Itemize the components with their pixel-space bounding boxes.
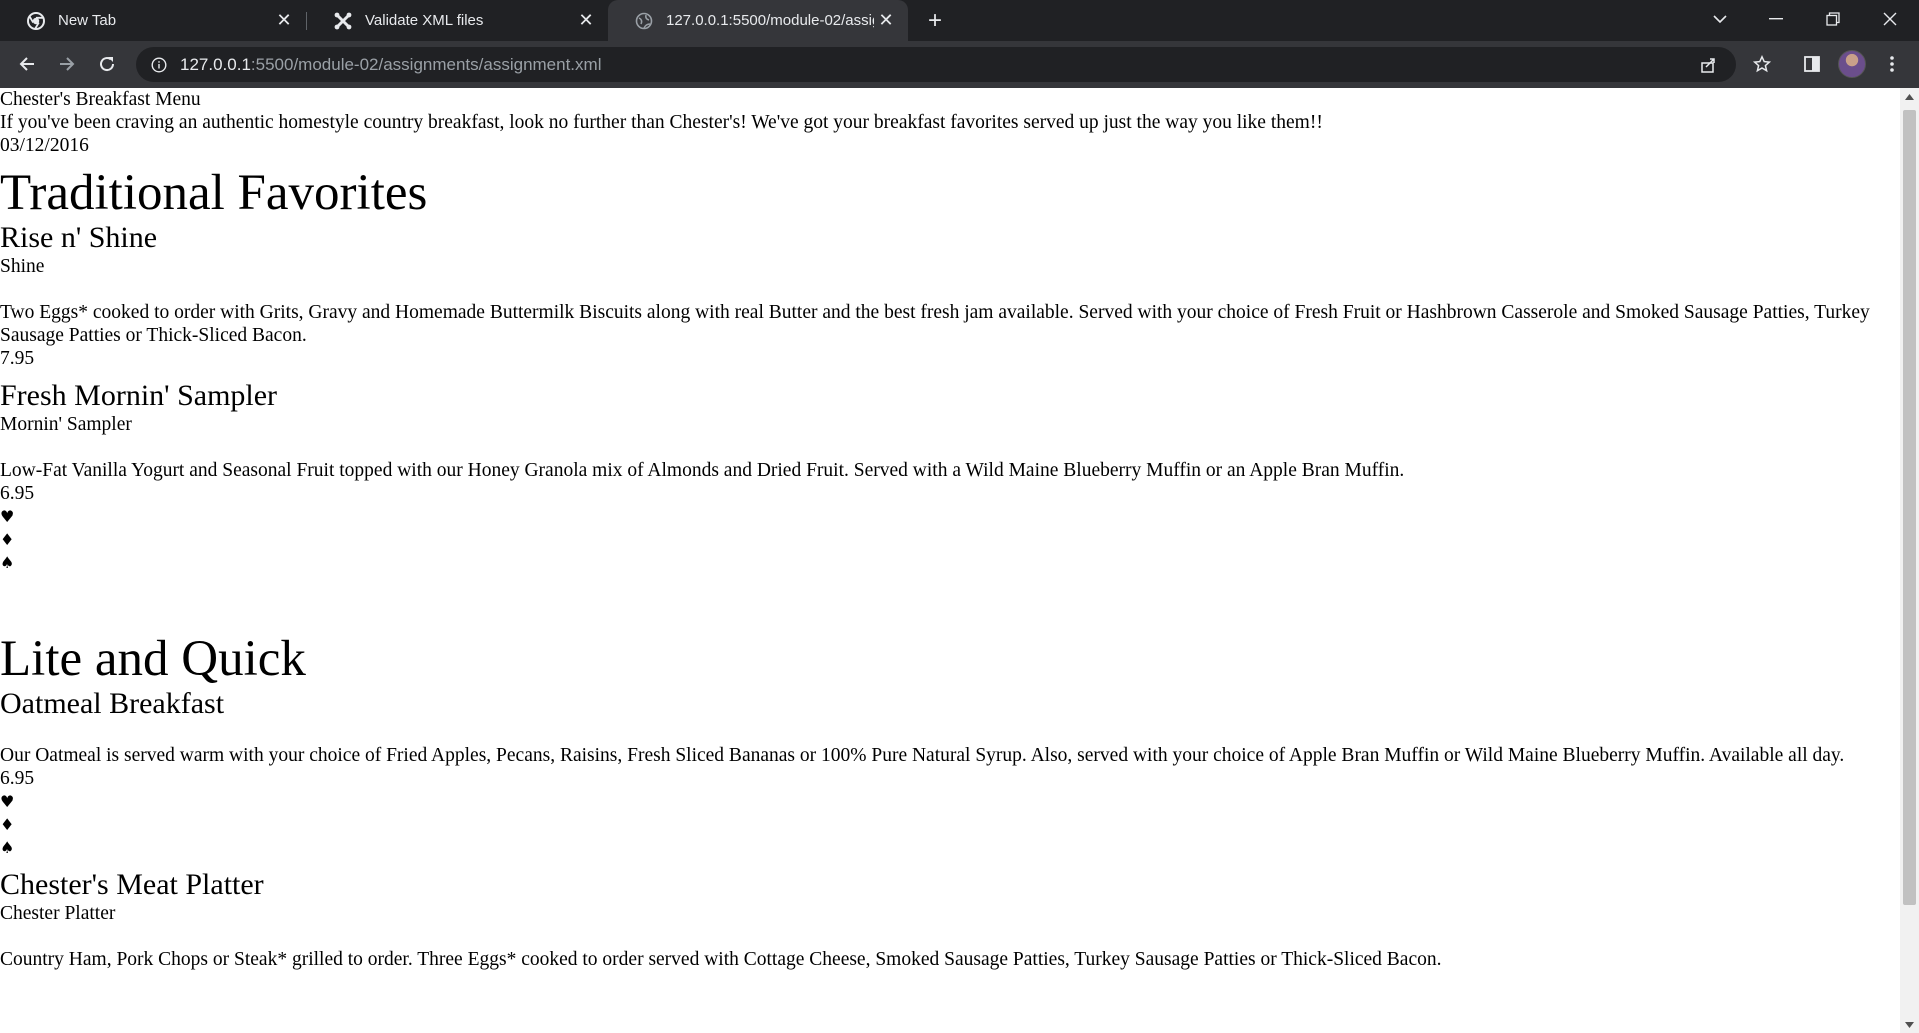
back-button[interactable]	[12, 49, 42, 79]
item-name: Oatmeal Breakfast	[0, 687, 225, 720]
close-icon	[1883, 12, 1897, 26]
diamond-icon: ♦	[0, 530, 15, 549]
side-panel-button[interactable]	[1797, 49, 1827, 79]
xml-document: Chester's Breakfast Menu If you've been …	[0, 88, 1900, 971]
avatar	[1838, 50, 1866, 78]
tab-strip: New Tab ✕ Validate XML files ✕ 127.0.0.1…	[0, 0, 1919, 41]
menu-date: 03/12/2016	[0, 135, 89, 156]
item-name: Rise n' Shine	[0, 221, 158, 254]
item-description: Country Ham, Pork Chops or Steak* grille…	[0, 949, 1442, 970]
scroll-down-button[interactable]	[1900, 1016, 1919, 1033]
page-viewport: Chester's Breakfast Menu If you've been …	[0, 88, 1900, 1033]
diamond-icon: ♦	[0, 815, 15, 834]
close-icon[interactable]: ✕	[874, 9, 898, 33]
globe-icon	[634, 11, 654, 31]
minimize-icon	[1769, 18, 1783, 20]
reload-icon	[100, 57, 115, 72]
tab-title: Validate XML files	[365, 12, 484, 29]
tab-title: 127.0.0.1:5500/module-02/assignments	[666, 12, 874, 29]
item-price: 7.95	[0, 348, 35, 369]
item-name: Chester's Meat Platter	[0, 868, 264, 901]
profile-button[interactable]	[1837, 49, 1867, 79]
more-vert-icon	[1890, 56, 1894, 72]
browser-menu-button[interactable]	[1877, 49, 1907, 79]
triangle-up-icon	[1905, 93, 1914, 100]
star-icon	[1753, 55, 1771, 73]
tab-validate-xml[interactable]: Validate XML files ✕	[307, 0, 608, 41]
url-host: 127.0.0.1	[180, 54, 251, 74]
spade-icon: ♠	[0, 838, 15, 857]
info-icon[interactable]	[150, 56, 168, 74]
item-description: Two Eggs* cooked to order with Grits, Gr…	[0, 302, 1870, 346]
restore-icon	[1826, 12, 1840, 26]
item-short-name: Shine	[0, 256, 45, 277]
arrow-right-icon	[60, 57, 75, 71]
item-price: 6.95	[0, 768, 35, 789]
scroll-up-button[interactable]	[1900, 88, 1919, 105]
tab-assignment-xml[interactable]: 127.0.0.1:5500/module-02/assignments ✕	[608, 0, 908, 41]
scroll-thumb[interactable]	[1903, 110, 1916, 905]
chrome-icon	[26, 11, 46, 31]
xml-tool-icon	[333, 11, 353, 31]
new-tab-button[interactable]: +	[920, 6, 950, 36]
item-price: 6.95	[0, 483, 35, 504]
item-short-name: Mornin' Sampler	[0, 414, 132, 435]
spade-icon: ♠	[0, 553, 15, 572]
restore-button[interactable]	[1805, 0, 1861, 38]
triangle-down-icon	[1905, 1021, 1914, 1028]
minimize-button[interactable]	[1748, 0, 1804, 38]
close-icon[interactable]: ✕	[574, 9, 598, 33]
close-window-button[interactable]	[1862, 0, 1918, 38]
address-bar[interactable]: 127.0.0.1:5500/module-02/assignments/ass…	[136, 47, 1736, 82]
reload-button[interactable]	[92, 49, 122, 79]
chevron-down-icon	[1713, 15, 1727, 24]
heart-icon: ♥	[0, 507, 15, 526]
close-icon[interactable]: ✕	[272, 9, 296, 33]
item-description: Our Oatmeal is served warm with your cho…	[0, 745, 1845, 766]
tab-search-button[interactable]	[1692, 0, 1748, 38]
item-description: Low-Fat Vanilla Yogurt and Seasonal Frui…	[0, 460, 1405, 481]
tab-new-tab[interactable]: New Tab ✕	[0, 0, 306, 41]
browser-toolbar: 127.0.0.1:5500/module-02/assignments/ass…	[0, 41, 1919, 88]
url-path: :5500/module-02/assignments/assignment.x…	[250, 54, 602, 74]
bookmark-button[interactable]	[1747, 49, 1777, 79]
item-name: Fresh Mornin' Sampler	[0, 379, 278, 412]
menu-intro: If you've been craving an authentic home…	[0, 112, 1323, 133]
arrow-left-icon	[19, 57, 34, 71]
share-icon	[1701, 57, 1715, 73]
share-button[interactable]	[1694, 47, 1724, 82]
forward-button[interactable]	[52, 49, 82, 79]
side-panel-icon	[1804, 56, 1820, 72]
section-title: Lite and Quick	[0, 631, 306, 687]
url-text[interactable]: 127.0.0.1:5500/module-02/assignments/ass…	[180, 55, 601, 75]
section-title: Traditional Favorites	[0, 165, 428, 221]
vertical-scrollbar[interactable]	[1900, 88, 1919, 1033]
heart-icon: ♥	[0, 792, 15, 811]
menu-title: Chester's Breakfast Menu	[0, 89, 201, 110]
item-short-name: Chester Platter	[0, 903, 116, 924]
tab-title: New Tab	[58, 12, 117, 29]
plus-icon: +	[927, 7, 942, 34]
